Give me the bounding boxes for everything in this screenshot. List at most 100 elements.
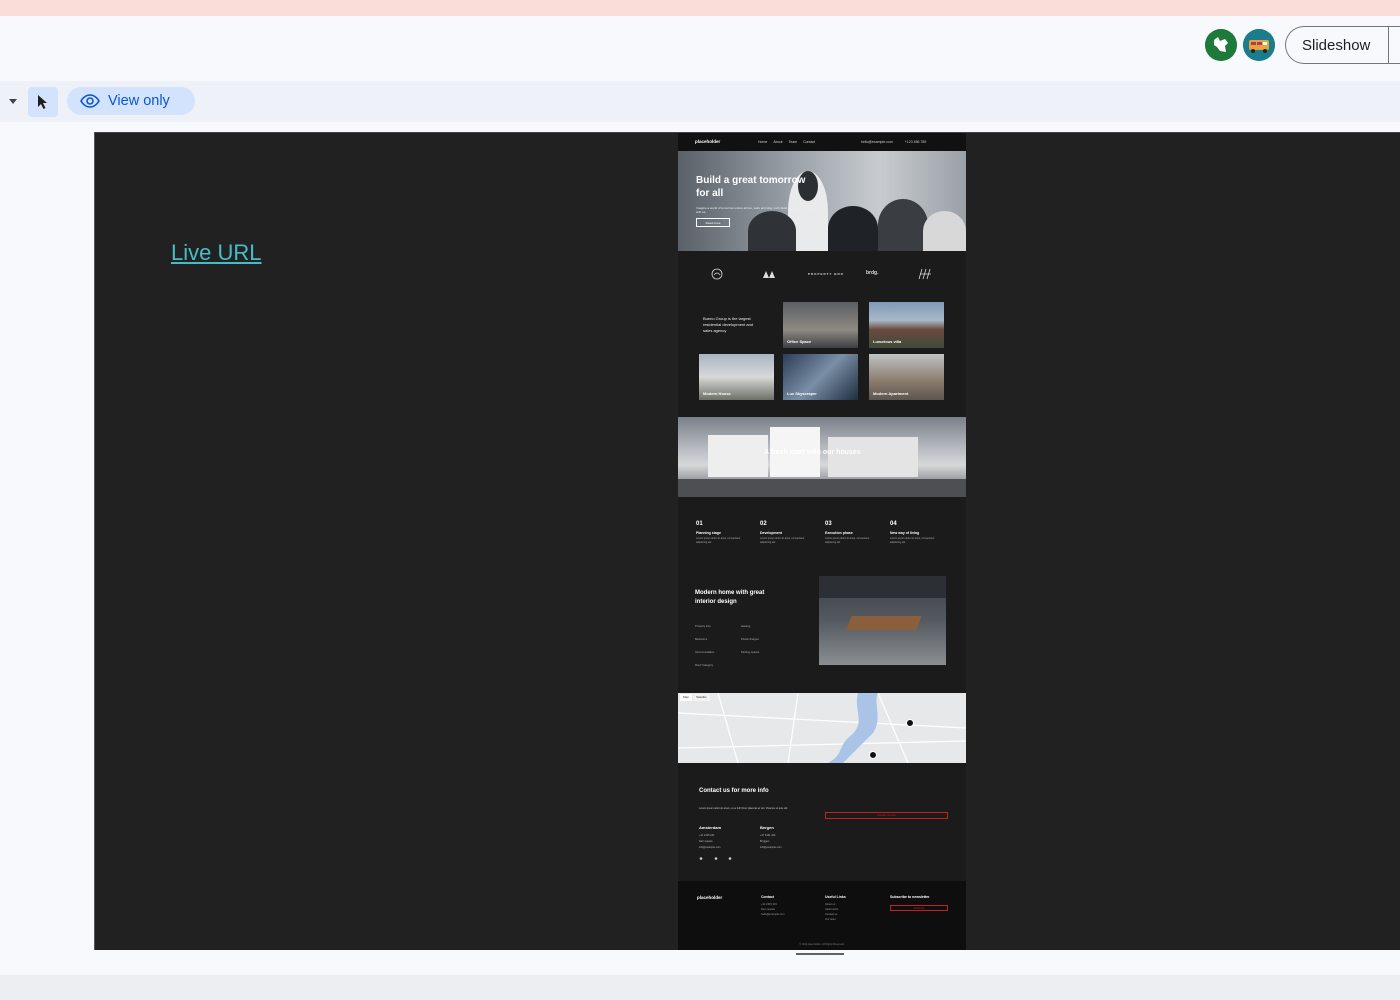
property-card-label: Modern Apartment xyxy=(873,391,909,396)
site-footer: placeholder Contact +31 2315 231 Dam squ… xyxy=(678,881,966,950)
step-title: Planning stage xyxy=(696,531,721,535)
site-map: Map Satellite xyxy=(678,693,966,763)
city-name: Amsterdam xyxy=(699,825,722,830)
site-nav-link: Home xyxy=(758,140,768,144)
hero-button: Read more xyxy=(696,218,730,227)
partner-logo-icon xyxy=(763,271,775,278)
social-icons xyxy=(699,857,732,860)
hero-title: Build a great tomorrow for all xyxy=(696,175,806,199)
step-text: Lorem ipsum dolor sit amet, consectetur … xyxy=(825,537,870,544)
step-text: Lorem ipsum dolor sit amet, consectetur … xyxy=(890,537,935,544)
houses-banner: A fresh start with our houses xyxy=(678,417,966,497)
property-card-label: Lux Skyscraper xyxy=(787,391,817,396)
map-tab: Map xyxy=(680,694,692,701)
city-line: info@example.com xyxy=(699,846,721,849)
contact-section: Contact us for more info Lorem ipsum dol… xyxy=(678,763,966,881)
footer-link: Contact us xyxy=(825,913,838,916)
house-shape xyxy=(708,435,768,477)
step-item: 04 New way of living Lorem ipsum dolor s… xyxy=(890,521,946,544)
step-title: Execution phase xyxy=(825,531,853,535)
user-avatar-1[interactable] xyxy=(1205,29,1237,61)
city-line: Dam square xyxy=(699,840,713,843)
step-text: Lorem ipsum dolor sit amet, consectetur … xyxy=(696,537,741,544)
spec-item: Property size xyxy=(695,625,711,628)
footer-line: +31 2315 231 xyxy=(761,903,777,906)
hero-person xyxy=(878,199,928,251)
site-nav-link: Contact xyxy=(803,140,816,144)
site-nav-link: About xyxy=(773,140,783,144)
banner-text: A fresh start with our houses xyxy=(764,449,861,456)
interior-image xyxy=(819,576,946,665)
footer-link: Our team xyxy=(825,918,836,921)
hero-subtitle: Imagine a world of tomorrow where all li… xyxy=(696,206,816,214)
hero-person xyxy=(923,211,966,251)
step-title: Development xyxy=(760,531,782,535)
city-line: +31 2315 231 xyxy=(699,834,715,837)
toolbar xyxy=(0,81,1400,122)
contact-subtitle: Lorem ipsum dolor sit amet, ut eu fuit! … xyxy=(699,807,788,810)
map-tab: Satellite xyxy=(693,694,710,701)
avatar-animal-icon xyxy=(1205,29,1237,61)
site-nav-links: Home About Team Contact xyxy=(758,140,815,144)
property-card: Luxurious villa xyxy=(869,302,944,348)
city-line: +47 3421 434 xyxy=(760,834,776,837)
step-item: 03 Execution phase Lorem ipsum dolor sit… xyxy=(825,521,881,544)
partner-logos: PROPERTY BRO brdg. xyxy=(678,251,966,301)
property-card: Modern House xyxy=(699,354,774,400)
partner-logo-text: brdg. xyxy=(866,270,879,276)
footer-link: About us xyxy=(825,903,836,906)
select-tool-button[interactable] xyxy=(28,87,58,117)
step-number: 02 xyxy=(760,521,767,527)
chevron-down-icon[interactable] xyxy=(9,99,17,104)
avatar-bus-icon xyxy=(1243,29,1275,61)
step-item: 02 Development Lorem ipsum dolor sit ame… xyxy=(760,521,816,544)
partner-logo-icon xyxy=(918,268,931,280)
property-card-label: Office Space xyxy=(787,339,812,344)
view-only-label: View only xyxy=(108,93,170,109)
footer-heading: Subscribe to newsletter xyxy=(890,895,930,899)
partner-logo-text: PROPERTY BRO xyxy=(808,272,844,276)
steps-section: 01 Planning stage Lorem ipsum dolor sit … xyxy=(678,497,966,567)
footer-line: hello@example.com xyxy=(761,913,785,916)
bottom-strip xyxy=(0,975,1400,1000)
site-logo: placeholder xyxy=(695,139,721,144)
footer-logo: placeholder xyxy=(697,895,723,900)
slideshow-button[interactable]: Slideshow xyxy=(1285,26,1400,64)
view-only-chip[interactable]: View only xyxy=(67,87,195,115)
cabinet-shape xyxy=(819,576,946,598)
scroll-handle[interactable] xyxy=(796,953,844,955)
city-name: Bergen xyxy=(760,825,774,830)
partner-logo-icon xyxy=(711,268,723,280)
notification-banner xyxy=(0,0,1400,16)
step-title: New way of living xyxy=(890,531,920,535)
step-number: 04 xyxy=(890,521,897,527)
city-line: info@example.com xyxy=(760,846,782,849)
site-phone: +123 456 789 xyxy=(904,140,927,144)
house-shape xyxy=(828,437,918,477)
step-item: 01 Planning stage Lorem ipsum dolor sit … xyxy=(696,521,752,544)
user-avatar-2[interactable] xyxy=(1243,29,1275,61)
property-card: Office Space xyxy=(783,302,858,348)
hero-person xyxy=(748,211,796,251)
property-card-label: Modern House xyxy=(703,391,731,396)
step-number: 01 xyxy=(696,521,703,527)
footer-copyright: © 2024 placeholder. All Rights Reserved. xyxy=(799,943,845,946)
slideshow-split-divider xyxy=(1388,26,1389,64)
contact-button: Contact us here xyxy=(825,812,948,819)
site-nav-link: Team xyxy=(788,140,798,144)
spec-item: Parking spaces xyxy=(741,651,760,654)
cursor-arrow-icon xyxy=(38,95,47,109)
website-screenshot: placeholder Home About Team Contact hell… xyxy=(678,133,966,950)
map-pin-icon xyxy=(906,719,914,727)
slide: Live URL placeholder Home About Team Con… xyxy=(94,132,1400,950)
property-card: Lux Skyscraper xyxy=(783,354,858,400)
site-email: hello@example.com xyxy=(861,140,893,144)
site-nav: placeholder Home About Team Contact hell… xyxy=(678,133,966,151)
footer-heading: Useful Links xyxy=(825,895,846,899)
city-line: Bryggen xyxy=(760,840,770,843)
map-roads xyxy=(678,693,966,763)
step-text: Lorem ipsum dolor sit amet, consectetur … xyxy=(760,537,805,544)
intro-text: Bueno Group is the largest residential d… xyxy=(703,316,754,333)
contact-title: Contact us for more info xyxy=(699,788,769,794)
live-url-link[interactable]: Live URL xyxy=(171,240,261,266)
